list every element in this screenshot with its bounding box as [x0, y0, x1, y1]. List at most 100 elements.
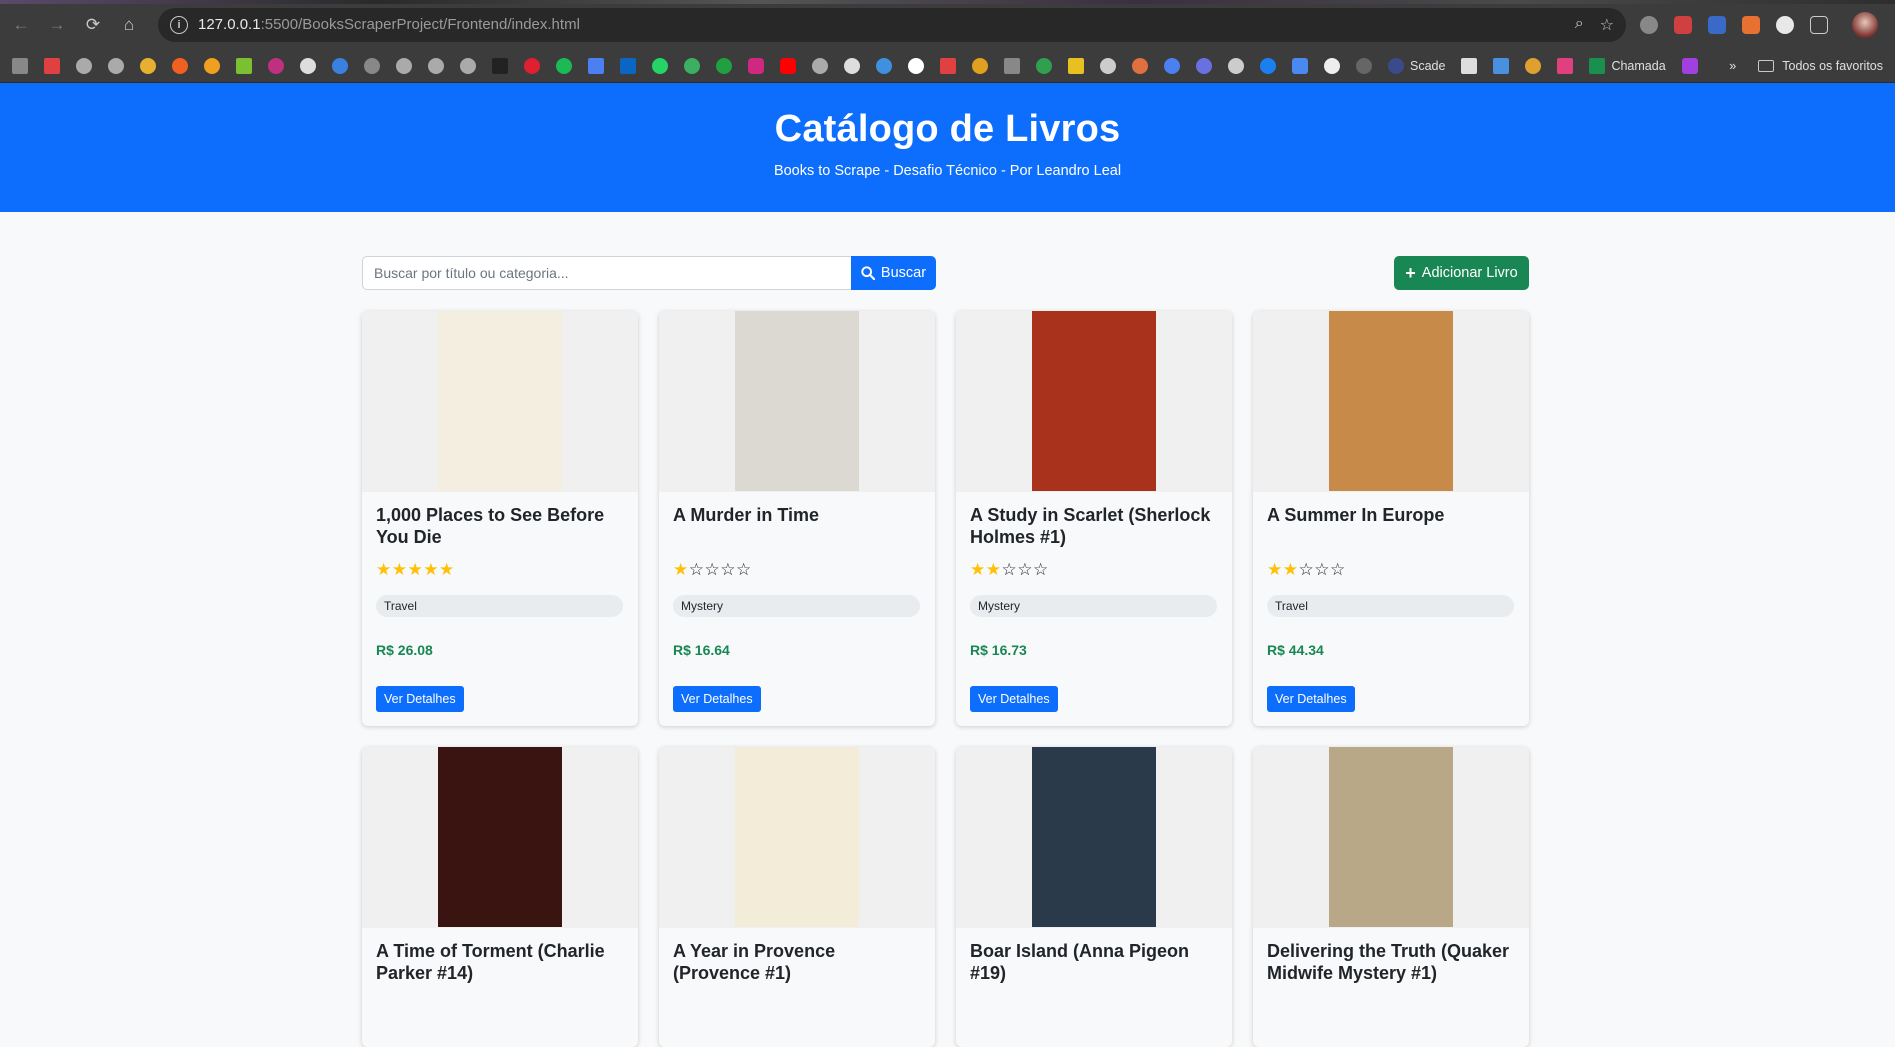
apps-grid-icon[interactable]: [12, 57, 28, 74]
view-details-button[interactable]: Ver Detalhes: [673, 686, 761, 712]
search-button[interactable]: Buscar: [851, 256, 936, 290]
bookmark-icon[interactable]: [1004, 57, 1020, 74]
book-cover-frame: [659, 311, 935, 492]
bookmark-icon[interactable]: [1164, 57, 1180, 74]
bookmark-icon[interactable]: [812, 57, 828, 74]
bookmark-icon[interactable]: [1196, 57, 1212, 74]
youtube-icon[interactable]: [780, 57, 796, 74]
extension-icon[interactable]: [1742, 15, 1760, 34]
bookmark-icon[interactable]: [1228, 57, 1244, 74]
book-card: A Murder in Time ★☆☆☆☆ Mystery R$ 16.64 Ver …: [659, 311, 935, 726]
github-icon[interactable]: [844, 57, 860, 74]
pinterest-icon[interactable]: [524, 57, 540, 74]
book-card: A Summer In Europe ★★☆☆☆ Travel R$ 44.34 Ver…: [1253, 311, 1529, 726]
category-badge: Travel: [1267, 595, 1514, 617]
address-bar[interactable]: i 127.0.0.1:5500/BooksScraperProject/Fro…: [158, 7, 1626, 42]
bookmark-icon[interactable]: [44, 57, 60, 74]
book-cover-image: [1329, 747, 1453, 927]
view-details-button[interactable]: Ver Detalhes: [970, 686, 1058, 712]
bookmark-icon[interactable]: [76, 57, 92, 74]
reload-icon[interactable]: ⟳: [80, 12, 106, 38]
bookmark-icon[interactable]: [108, 57, 124, 74]
bookmark-icon[interactable]: [396, 57, 412, 74]
google-icon[interactable]: [908, 57, 924, 74]
bookmark-icon[interactable]: [972, 57, 988, 74]
book-card-body: 1,000 Places to See Before You Die ★★★★★ T…: [362, 492, 638, 724]
bookmark-icon[interactable]: [460, 57, 476, 74]
drive-icon[interactable]: [1036, 57, 1052, 74]
bookmark-icon[interactable]: [940, 57, 956, 74]
bookmark-chamada[interactable]: Chamada: [1589, 57, 1666, 74]
bookmarks-bar: Scade Chamada » Todos os favoritos: [0, 49, 1895, 83]
bookmark-star-icon[interactable]: ☆: [1600, 15, 1614, 35]
bookmark-icon[interactable]: [716, 57, 732, 74]
bookmark-icon[interactable]: [204, 57, 220, 74]
book-price: R$ 16.73: [970, 642, 1027, 658]
add-book-button[interactable]: + Adicionar Livro: [1394, 256, 1529, 290]
back-arrow-icon[interactable]: ←: [8, 12, 34, 38]
extension-icon[interactable]: [1776, 15, 1794, 34]
extension-icon[interactable]: [1640, 15, 1658, 34]
translate-icon[interactable]: [588, 57, 604, 74]
star-rating: ★★☆☆☆: [970, 560, 1218, 580]
spotify-icon[interactable]: [556, 57, 572, 74]
bookmark-icon[interactable]: [1461, 57, 1478, 74]
bookmark-icon[interactable]: [1324, 57, 1340, 74]
bookmark-icon[interactable]: [1356, 57, 1372, 74]
site-info-icon[interactable]: i: [170, 15, 188, 34]
star-filled-icon: ★: [407, 560, 424, 579]
bookmark-icon[interactable]: [1068, 57, 1084, 74]
book-cover-image: [1329, 311, 1453, 491]
book-cover-frame: [956, 311, 1232, 492]
search-icon: [861, 266, 875, 280]
view-details-button[interactable]: Ver Detalhes: [1267, 686, 1355, 712]
bookmark-scade[interactable]: Scade: [1388, 57, 1445, 74]
bookmark-icon[interactable]: [1100, 57, 1116, 74]
instagram-icon[interactable]: [748, 57, 764, 74]
bookmark-icon[interactable]: [1292, 57, 1308, 74]
bookmark-icon[interactable]: [172, 57, 188, 74]
bookmark-icon[interactable]: [300, 57, 316, 74]
bookmark-icon[interactable]: [1525, 57, 1542, 74]
zoom-icon[interactable]: ⌕: [1575, 15, 1584, 35]
book-title: Boar Island (Anna Pigeon #19): [970, 941, 1190, 983]
bookmark-icon[interactable]: [684, 57, 700, 74]
forward-arrow-icon[interactable]: →: [44, 12, 70, 38]
bookmark-icon[interactable]: [1132, 57, 1148, 74]
bookmark-icon[interactable]: [1681, 57, 1698, 74]
star-empty-icon: ☆: [720, 560, 736, 579]
linkedin-icon[interactable]: [620, 57, 636, 74]
book-cover-image: [438, 311, 562, 491]
book-card: A Time of Torment (Charlie Parker #14): [362, 747, 638, 1047]
bookmark-icon[interactable]: [364, 57, 380, 74]
star-filled-icon: ★: [376, 560, 392, 579]
bookmark-icon[interactable]: [1493, 57, 1510, 74]
book-title: A Time of Torment (Charlie Parker #14): [376, 941, 605, 983]
bookmark-icon[interactable]: [332, 57, 348, 74]
star-filled-icon: ★: [1282, 560, 1299, 579]
bookmark-icon[interactable]: [268, 57, 284, 74]
add-book-button-label: Adicionar Livro: [1421, 265, 1518, 281]
bookmark-icon[interactable]: [876, 57, 892, 74]
bookmark-icon[interactable]: [236, 57, 252, 74]
bookmark-icon[interactable]: [1260, 57, 1276, 74]
all-bookmarks-label[interactable]: Todos os favoritos: [1782, 59, 1883, 73]
view-details-button[interactable]: Ver Detalhes: [376, 686, 464, 712]
book-title: A Study in Scarlet (Sherlock Holmes #1): [970, 505, 1211, 547]
more-bookmarks-icon[interactable]: »: [1729, 59, 1736, 73]
profile-avatar[interactable]: [1852, 11, 1878, 38]
extension-icon[interactable]: [1708, 15, 1726, 34]
bookmark-icon[interactable]: [428, 57, 444, 74]
search-input[interactable]: [362, 256, 851, 290]
bookmark-icon[interactable]: [492, 57, 508, 74]
star-empty-icon: ☆: [1001, 560, 1018, 579]
star-filled-icon: ★: [439, 560, 455, 579]
star-filled-icon: ★: [1267, 560, 1283, 579]
bookmark-icon[interactable]: [1557, 57, 1574, 74]
whatsapp-icon[interactable]: [652, 57, 668, 74]
home-icon[interactable]: ⌂: [116, 12, 142, 38]
extensions-puzzle-icon[interactable]: [1810, 15, 1828, 34]
extension-icon[interactable]: [1674, 15, 1692, 34]
bookmark-icon[interactable]: [140, 57, 156, 74]
scade-icon: [1388, 57, 1404, 74]
